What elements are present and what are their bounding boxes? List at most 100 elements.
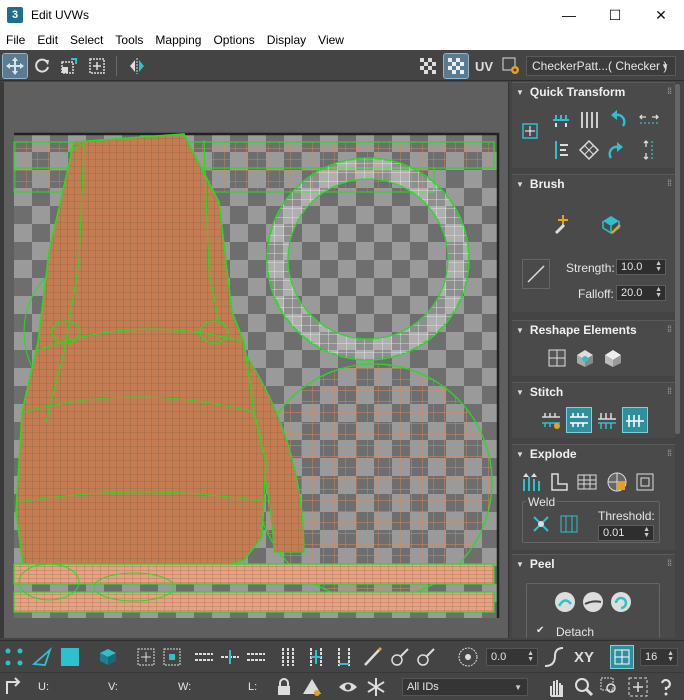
minimize-button[interactable]: — (546, 0, 592, 30)
menu-display[interactable]: Display (261, 33, 312, 47)
pixel-snap-button[interactable] (610, 645, 634, 669)
w-field[interactable] (196, 678, 236, 696)
paint-select-button[interactable] (360, 645, 384, 669)
mirror-tool-button[interactable] (125, 54, 149, 78)
weld-selected-button[interactable] (528, 511, 554, 537)
shrink-ring-button[interactable] (332, 645, 356, 669)
quick-peel-button[interactable] (552, 589, 578, 615)
peel-mode-button[interactable] (580, 589, 606, 615)
align-vertical-button[interactable] (576, 107, 602, 133)
grow-loop-button[interactable] (218, 645, 242, 669)
menu-tools[interactable]: Tools (109, 33, 149, 47)
texture-dropdown[interactable]: CheckerPatt...( Checker ) ▼ (526, 56, 676, 76)
element-mode-button[interactable] (96, 645, 120, 669)
explode-options-button[interactable] (632, 469, 658, 495)
grow-ring-button[interactable] (304, 645, 328, 669)
quick-transform-header[interactable]: ▼ Quick Transform ⁞⁞ (512, 83, 675, 101)
transform-mode-button[interactable] (2, 675, 26, 699)
falloff-space-button[interactable]: XY (570, 645, 598, 669)
hide-triangle-eye-icon (303, 679, 321, 696)
detach-edge-button[interactable] (604, 469, 630, 495)
vertex-mode-button[interactable] (2, 645, 26, 669)
reshape-header[interactable]: ▼ Reshape Elements ⁞⁞ (512, 321, 675, 339)
zoom-region-button[interactable] (598, 675, 622, 699)
relax-custom-button[interactable] (600, 345, 626, 371)
straighten-selection-button[interactable] (544, 345, 570, 371)
straighten-button[interactable] (576, 137, 602, 163)
freeform-tool-button[interactable] (85, 54, 109, 78)
zoom-extents-button[interactable] (626, 675, 650, 699)
menu-mapping[interactable]: Mapping (149, 33, 207, 47)
align-center-button[interactable] (520, 121, 540, 141)
stitch-average-button[interactable] (594, 407, 620, 433)
stitch-to-target-button[interactable] (622, 407, 648, 433)
material-id-dropdown[interactable]: All IDs ▼ (402, 678, 528, 696)
v-field[interactable] (124, 678, 164, 696)
panel-scrollbar[interactable] (675, 84, 680, 434)
menu-edit[interactable]: Edit (31, 33, 64, 47)
rotate-ccw-button[interactable] (604, 107, 630, 133)
paint-shrink-button[interactable] (414, 645, 438, 669)
break-button[interactable] (574, 469, 600, 495)
grip-icon: ⁞⁞ (667, 86, 672, 96)
falloff-distance-spinner[interactable]: 0.0 ▲ ▼ (486, 648, 538, 666)
explode-header[interactable]: ▼ Explode ⁞⁞ (512, 445, 675, 463)
menu-view[interactable]: View (312, 33, 350, 47)
space-horizontal-button[interactable] (636, 107, 662, 133)
scale-tool-button[interactable] (57, 54, 81, 78)
uv-viewport[interactable] (4, 82, 509, 638)
edge-mode-button[interactable] (30, 645, 54, 669)
show-selection-button[interactable] (336, 675, 360, 699)
menu-file[interactable]: File (0, 33, 31, 47)
close-button[interactable]: ✕ (638, 0, 684, 30)
grow-selection-button[interactable] (134, 645, 158, 669)
uv-toggle-button[interactable]: UV (472, 54, 496, 78)
align-horizontal-button[interactable] (548, 107, 574, 133)
zoom-view-button[interactable] (572, 675, 596, 699)
falloff-spinner[interactable]: 20.0 ▲ ▼ (616, 285, 666, 301)
maximize-button[interactable]: ☐ (592, 0, 638, 30)
polygon-mode-button[interactable] (58, 645, 82, 669)
weld-target-button[interactable] (556, 511, 582, 537)
help-button[interactable] (654, 675, 678, 699)
paint-grow-button[interactable] (388, 645, 412, 669)
loop-select-button[interactable] (192, 645, 216, 669)
menu-select[interactable]: Select (64, 33, 109, 47)
falloff-curve-button[interactable] (522, 259, 550, 289)
show-map-button[interactable] (416, 54, 440, 78)
reset-peel-button[interactable] (608, 589, 634, 615)
shrink-selection-button[interactable] (160, 645, 184, 669)
space-vertical-button[interactable] (636, 137, 662, 163)
lock-selection-button[interactable] (272, 675, 296, 699)
uv-shell-bottom-strip-2 (14, 592, 494, 612)
strength-spinner[interactable]: 10.0 ▲ ▼ (616, 259, 666, 275)
align-left-button[interactable] (548, 137, 574, 163)
shrink-loop-button[interactable] (244, 645, 268, 669)
explode-by-smoothing-button[interactable] (518, 469, 544, 495)
threshold-spinner[interactable]: 0.01 ▲ ▼ (598, 525, 654, 541)
stitch-to-source-button[interactable] (566, 407, 592, 433)
hide-selection-button[interactable] (300, 675, 324, 699)
menu-options[interactable]: Options (207, 33, 260, 47)
peel-header[interactable]: ▼ Peel ⁞⁞ (512, 555, 675, 573)
soft-selection-button[interactable] (456, 645, 480, 669)
move-tool-button[interactable] (2, 53, 28, 79)
falloff-type-button[interactable] (542, 645, 566, 669)
u-field[interactable] (56, 678, 96, 696)
stitch-custom-button[interactable] (538, 407, 564, 433)
checker-map-button[interactable] (443, 53, 469, 79)
brush-relax-button[interactable] (598, 211, 624, 237)
relax-until-flat-button[interactable] (572, 345, 598, 371)
pan-view-button[interactable] (544, 675, 568, 699)
rotate-tool-button[interactable] (30, 54, 54, 78)
rotate-cw-button[interactable] (604, 137, 630, 163)
pixel-count-spinner[interactable]: 16 ▲ ▼ (640, 648, 678, 666)
ring-select-button[interactable] (276, 645, 300, 669)
explode-by-material-button[interactable] (546, 469, 572, 495)
detach-checkbox[interactable]: ✔ (536, 625, 544, 636)
brush-move-button[interactable] (550, 211, 576, 237)
brush-header[interactable]: ▼ Brush ⁞⁞ (512, 175, 675, 193)
freeze-selection-button[interactable] (364, 675, 388, 699)
texture-settings-button[interactable] (499, 54, 523, 78)
stitch-header[interactable]: ▼ Stitch ⁞⁞ (512, 383, 675, 401)
